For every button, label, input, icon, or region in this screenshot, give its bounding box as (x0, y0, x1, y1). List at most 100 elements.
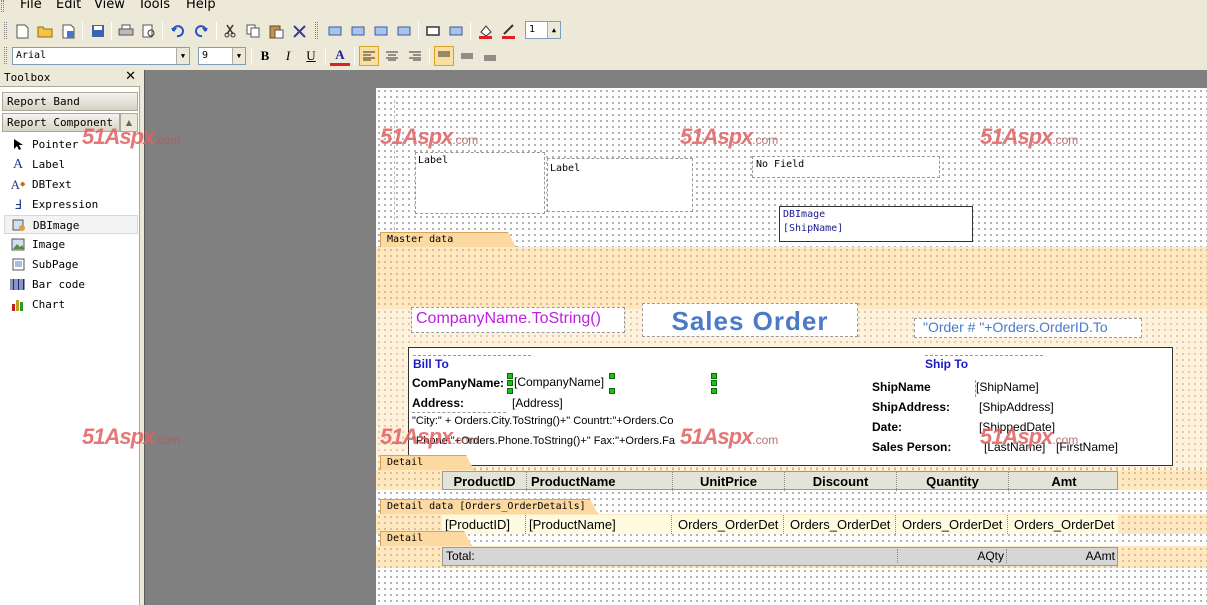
band-tab-master[interactable]: Master data [Orders] (380, 232, 516, 247)
order-number-expression[interactable]: "Order # "+Orders.OrderID.To (914, 318, 1142, 338)
tool-barcode[interactable]: Bar code (4, 275, 138, 294)
font-size-select[interactable]: 9 ▼ (198, 47, 246, 65)
header-cell[interactable]: Amt (1009, 472, 1119, 491)
ship-name-field[interactable]: [ShipName] (975, 380, 1167, 397)
date-label[interactable]: Date: (872, 420, 970, 437)
band-tab-detail-header[interactable]: Detail header (380, 455, 474, 470)
font-name-select[interactable]: Arial ▼ (12, 47, 190, 65)
selection-handle[interactable] (507, 388, 513, 394)
menu-view[interactable]: View (94, 0, 125, 12)
sales-order-title[interactable]: Sales Order (642, 303, 858, 337)
align-left-box-icon[interactable] (325, 21, 345, 41)
tool-dbtext[interactable]: A ◆ DBText (4, 175, 138, 194)
valign-middle-icon[interactable] (457, 46, 477, 66)
header-cell[interactable]: ProductID (443, 472, 527, 491)
save-icon[interactable] (88, 21, 108, 41)
stepper-arrows-icon[interactable]: ▲ (547, 22, 560, 38)
sales-person-label[interactable]: Sales Person: (872, 440, 970, 457)
selection-handle[interactable] (711, 373, 717, 379)
line-width-stepper[interactable]: 1 ▲ (525, 21, 561, 39)
italic-button[interactable]: I (278, 46, 298, 66)
chevron-down-icon[interactable]: ▼ (232, 48, 245, 64)
align-left-text-icon[interactable] (359, 46, 379, 66)
tool-image[interactable]: Image (4, 235, 138, 254)
new-file-icon[interactable] (12, 21, 32, 41)
toolbar-grip[interactable] (315, 22, 318, 39)
detail-footer-row[interactable]: Total: AQty AAmt (442, 547, 1118, 566)
master-band-top[interactable] (376, 247, 1207, 309)
detail-header-row[interactable]: ProductID ProductName UnitPrice Discount… (442, 471, 1119, 491)
menu-tools[interactable]: Tools (138, 0, 170, 12)
redo-icon[interactable] (192, 21, 212, 41)
company-name-label[interactable]: ComPanyName: (412, 376, 508, 393)
company-expression[interactable]: CompanyName.ToString() (411, 307, 625, 333)
save-as-icon[interactable] (58, 21, 78, 41)
menu-help[interactable]: Help (186, 0, 216, 12)
line-color-icon[interactable] (498, 21, 518, 41)
underline-button[interactable]: U (301, 46, 321, 66)
selection-handle[interactable] (711, 380, 717, 386)
label-component[interactable]: Label (547, 158, 693, 212)
band-tab-detail-footer[interactable]: Detail footer (380, 531, 472, 546)
font-color-button[interactable]: A (330, 46, 350, 66)
detail-cell[interactable]: Orders_OrderDet (1008, 515, 1118, 534)
selection-handle[interactable] (609, 388, 615, 394)
valign-top-icon[interactable] (434, 46, 454, 66)
band-tab-detail-data[interactable]: Detail data [Orders_OrderDetails] (380, 499, 598, 514)
close-icon[interactable]: ✕ (125, 69, 136, 84)
selection-handle[interactable] (711, 388, 717, 394)
selection-handle[interactable] (507, 373, 513, 379)
bold-button[interactable]: B (255, 46, 275, 66)
frame-all-icon[interactable] (423, 21, 443, 41)
toolbar-grip[interactable] (4, 47, 7, 64)
toolbar-grip[interactable] (4, 22, 7, 39)
fill-color-icon[interactable] (475, 21, 495, 41)
dbimage-component[interactable]: DBImage [ShipName] (779, 206, 973, 242)
ship-address-field[interactable]: [ShipAddress] (979, 400, 1167, 417)
label-component[interactable]: Label (415, 152, 545, 214)
detail-cell[interactable]: Orders_OrderDet (896, 515, 1008, 534)
align-bottom-box-icon[interactable] (394, 21, 414, 41)
ship-to-label[interactable]: Ship To (925, 355, 1043, 373)
print-icon[interactable] (116, 21, 136, 41)
detail-data-row[interactable]: [ProductID] [ProductName] Orders_OrderDe… (442, 515, 1118, 534)
chevron-down-icon[interactable]: ▼ (176, 48, 189, 64)
report-band-button[interactable]: Report Band (2, 92, 138, 111)
undo-icon[interactable] (167, 21, 187, 41)
paste-icon[interactable] (266, 21, 286, 41)
total-label[interactable]: Total: (446, 549, 526, 563)
selection-handle[interactable] (507, 380, 513, 386)
align-right-box-icon[interactable] (348, 21, 368, 41)
header-cell[interactable]: ProductName (527, 472, 673, 491)
copy-icon[interactable] (243, 21, 263, 41)
address-label[interactable]: Address: (412, 396, 506, 413)
menu-file[interactable]: File (20, 0, 42, 12)
selection-handle[interactable] (609, 373, 615, 379)
frame-none-icon[interactable] (446, 21, 466, 41)
tool-label[interactable]: A Label (4, 155, 138, 174)
aqty-field[interactable]: AQty (897, 549, 1007, 563)
menu-edit[interactable]: Edit (56, 0, 81, 12)
align-top-box-icon[interactable] (371, 21, 391, 41)
ship-address-label[interactable]: ShipAddress: (872, 400, 970, 417)
menu-grip[interactable] (1, 0, 4, 12)
ship-name-label[interactable]: ShipName (872, 380, 970, 397)
tool-chart[interactable]: Chart (4, 295, 138, 314)
detail-cell[interactable]: Orders_OrderDet (784, 515, 896, 534)
aamt-field[interactable]: AAmt (1009, 549, 1117, 563)
delete-icon[interactable] (289, 21, 309, 41)
open-folder-icon[interactable] (35, 21, 55, 41)
company-name-field[interactable]: [CompanyName] (512, 375, 612, 393)
cut-icon[interactable] (220, 21, 240, 41)
address-field[interactable]: [Address] (512, 396, 662, 413)
no-field-component[interactable]: No Field (752, 156, 940, 178)
detail-cell[interactable]: Orders_OrderDet (672, 515, 784, 534)
align-right-text-icon[interactable] (405, 46, 425, 66)
print-preview-icon[interactable] (139, 21, 159, 41)
header-cell[interactable]: UnitPrice (673, 472, 785, 491)
tool-expression[interactable]: Ⅎ Expression (4, 195, 138, 214)
valign-bottom-icon[interactable] (480, 46, 500, 66)
tool-subpage[interactable]: SubPage (4, 255, 138, 274)
header-cell[interactable]: Discount (785, 472, 897, 491)
bill-to-label[interactable]: Bill To (413, 355, 531, 373)
